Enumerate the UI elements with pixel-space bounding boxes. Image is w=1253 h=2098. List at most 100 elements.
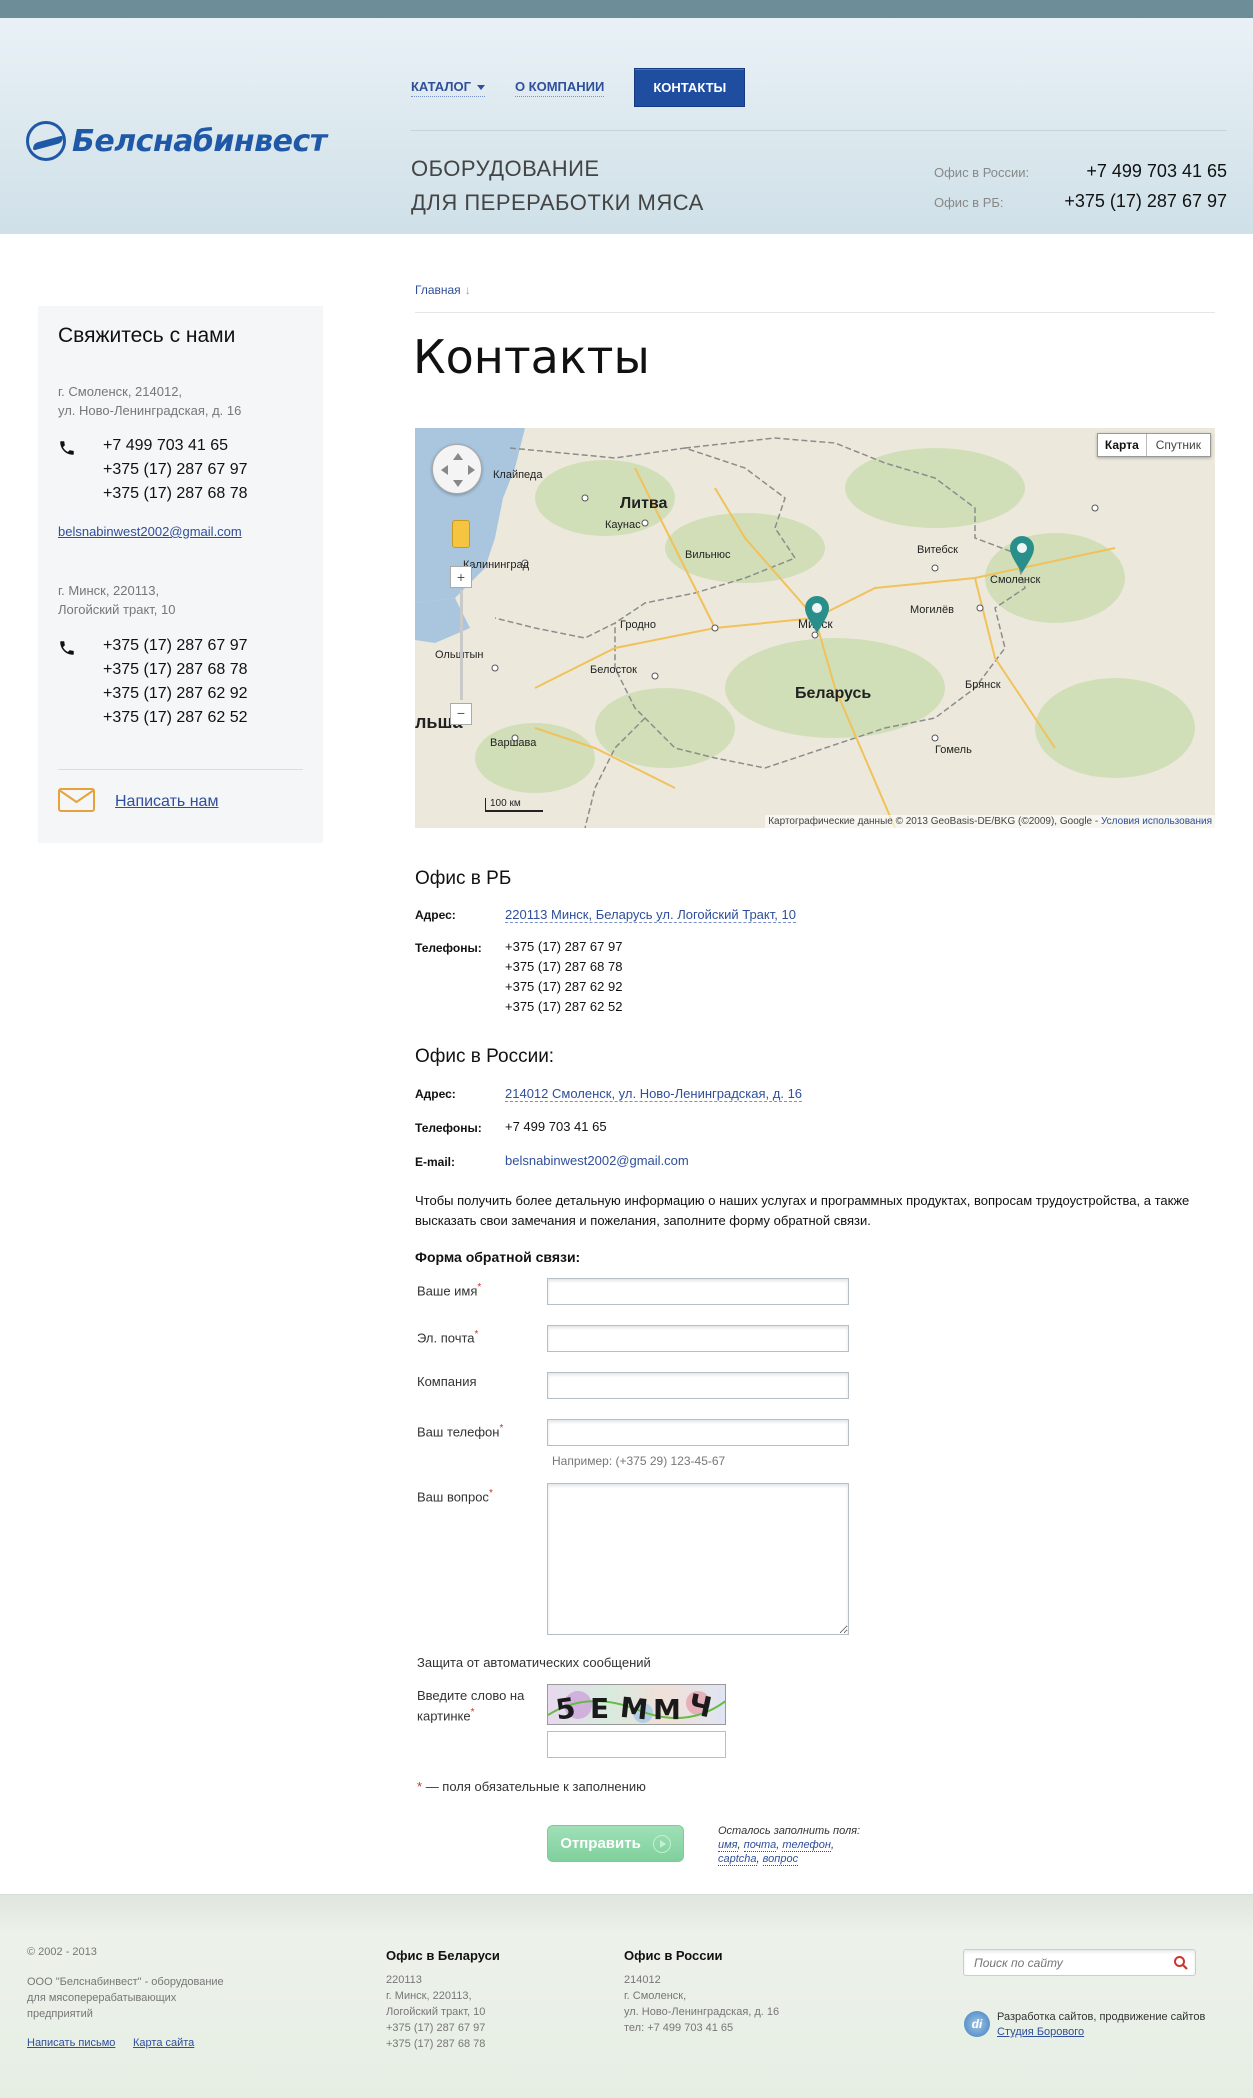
office-rb-address-link[interactable]: 220113 Минск, Беларусь ул. Логойский Тра… [505,907,796,923]
svg-text:Варшава: Варшава [490,737,537,749]
arrow-down-icon: ↓ [464,283,471,297]
phone-icon [60,641,74,655]
map-scale: 100 км [485,798,543,812]
logo-text: Белснабинвест [72,123,327,159]
feedback-form-title: Форма обратной связи: [415,1249,581,1265]
office-ru-address-link[interactable]: 214012 Смоленск, ул. Ново-Ленинградская,… [505,1086,803,1102]
phone-label: Ваш телефон* [417,1423,504,1440]
office-rb-address-label: Адрес: [415,908,456,922]
required-note: * — поля обязательные к заполнению [417,1779,646,1794]
map-type-map[interactable]: Карта [1098,434,1147,456]
tagline: ОБОРУДОВАНИЕ ДЛЯ ПЕРЕРАБОТКИ МЯСА [411,156,704,215]
sidebar-address-minsk: г. Минск, 220113, Логойский тракт, 10 [58,583,176,617]
footer-search-input[interactable] [974,1956,1164,1970]
zoom-in-button[interactable]: + [450,566,472,588]
office-ru-email-link[interactable]: belsnabinwest2002@gmail.com [505,1151,689,1171]
office-rb-phones-label: Телефоны: [415,941,482,955]
svg-text:Вильнюс: Вильнюс [685,549,731,561]
remaining-field-name[interactable]: имя [718,1839,738,1852]
sidebar-email-link[interactable]: belsnabinwest2002@gmail.com [58,524,242,539]
question-label: Ваш вопрос* [417,1488,493,1505]
remaining-field-captcha[interactable]: captcha [718,1853,757,1866]
nav-about[interactable]: О КОМПАНИИ [514,79,605,97]
breadcrumb: Главная ↓ [415,283,471,297]
breadcrumb-divider [415,312,1215,313]
chevron-down-icon [476,84,485,90]
breadcrumb-home[interactable]: Главная [415,283,461,297]
envelope-icon [58,788,95,812]
svg-text:Клайпеда: Клайпеда [493,469,543,481]
phone-hint: Например: (+375 29) 123-45-67 [552,1454,726,1468]
remaining-field-phone[interactable]: телефон [782,1839,831,1852]
footer-search [963,1949,1196,1976]
svg-text:Белосток: Белосток [590,664,637,676]
office-ru-title: Офис в России: [415,1046,555,1067]
office-rb-phones: +375 (17) 287 67 97 +375 (17) 287 68 78 … [505,939,623,1014]
captcha-picture: 5 Е М М Ч [548,1687,725,1725]
sidebar-address-smolensk: г. Смоленск, 214012, ул. Ново-Ленинградс… [58,384,242,418]
sidebar-phones-minsk: +375 (17) 287 67 97 +375 (17) 287 68 78 … [103,637,248,726]
nav-catalog[interactable]: КАТАЛОГ [411,79,485,97]
site-header: Белснабинвест КАТАЛОГ О КОМПАНИИ КОНТАКТ… [0,0,1253,234]
header-divider [411,130,1227,131]
map[interactable]: Литва Беларусь Клайпеда Каунас Вильнюс К… [415,428,1215,828]
map-type-satellite[interactable]: Спутник [1147,434,1210,456]
street-view-pegman-icon[interactable] [452,520,470,548]
footer-by-address: 220113 г. Минск, 220113, Логойский тракт… [386,1974,486,2050]
email-label: Эл. почта* [417,1329,479,1346]
map-type-toggle: Карта Спутник [1096,433,1211,457]
remaining-field-email[interactable]: почта [743,1839,777,1852]
svg-text:Могилёв: Могилёв [910,604,954,616]
svg-text:Брянск: Брянск [965,679,1001,691]
main-nav: КАТАЛОГ О КОМПАНИИ КОНТАКТЫ [411,68,746,107]
page-title: Контакты [413,330,650,384]
sidebar-title: Свяжитесь с нами [58,324,236,347]
search-icon[interactable] [1173,1955,1189,1971]
captcha-input[interactable] [547,1731,726,1758]
footer-dev-link[interactable]: Студия Борового [997,2026,1084,2038]
sidebar-contacts: Свяжитесь с нами г. Смоленск, 214012, ул… [38,306,323,843]
header-phone-ru: +7 499 703 41 65 [1086,161,1227,181]
remaining-field-question[interactable]: вопрос [762,1853,799,1866]
svg-text:Смоленск: Смоленск [990,574,1040,586]
captcha-label: Введите слово на картинке* [417,1688,525,1724]
phone-input[interactable] [547,1419,849,1446]
feedback-info-text: Чтобы получить более детальную информаци… [415,1193,1190,1228]
name-input[interactable] [547,1278,849,1305]
footer-ru-title: Офис в России [624,1948,723,1963]
pan-arrows-icon [441,453,475,487]
email-input[interactable] [547,1325,849,1352]
question-textarea[interactable] [547,1483,849,1635]
footer-copyright: © 2002 - 2013 [27,1946,97,1958]
name-label: Ваше имя* [417,1282,482,1299]
svg-text:Литва: Литва [620,495,668,512]
submit-button[interactable]: Отправить [547,1825,684,1862]
footer-write-letter-link[interactable]: Написать письмо [27,2037,115,2049]
phone-icon [60,441,74,455]
nav-contacts[interactable]: КОНТАКТЫ [634,68,746,107]
write-us-link[interactable]: Написать нам [115,793,218,811]
footer-sitemap-link[interactable]: Карта сайта [133,2037,194,2049]
footer-by-title: Офис в Беларуси [386,1948,500,1963]
zoom-slider[interactable] [460,590,463,700]
arrow-right-icon [652,1834,671,1853]
map-tiles[interactable]: Литва Беларусь Клайпеда Каунас Вильнюс К… [415,428,1215,828]
map-pan-control[interactable] [432,444,482,494]
footer-dev-text: Разработка сайтов, продвижение сайтов [997,2011,1206,2023]
svg-text:Беларусь: Беларусь [795,685,871,702]
captcha-protection-label: Защита от автоматических сообщений [417,1655,651,1670]
logo[interactable]: Белснабинвест [26,121,327,161]
sidebar-phones-smolensk: +7 499 703 41 65 +375 (17) 287 67 97 +37… [103,437,248,502]
svg-text:Гродно: Гродно [620,619,656,631]
footer-about: ООО "Белснабинвест" - оборудование для м… [27,1976,224,2020]
zoom-out-button[interactable]: − [450,703,472,725]
studio-logo-icon[interactable]: di [964,2011,990,2037]
map-terms-link[interactable]: Условия использования [1101,816,1212,827]
map-attribution: Картографические данные © 2013 GeoBasis-… [765,815,1215,828]
company-input[interactable] [547,1372,849,1399]
header-phone-rb: +375 (17) 287 67 97 [1064,191,1227,211]
svg-text:М: М [653,1693,681,1725]
header-phone-ru-label: Офис в России: [934,165,1030,180]
office-ru-phones-label: Телефоны: [415,1121,482,1135]
office-ru-address-label: Адрес: [415,1087,456,1101]
